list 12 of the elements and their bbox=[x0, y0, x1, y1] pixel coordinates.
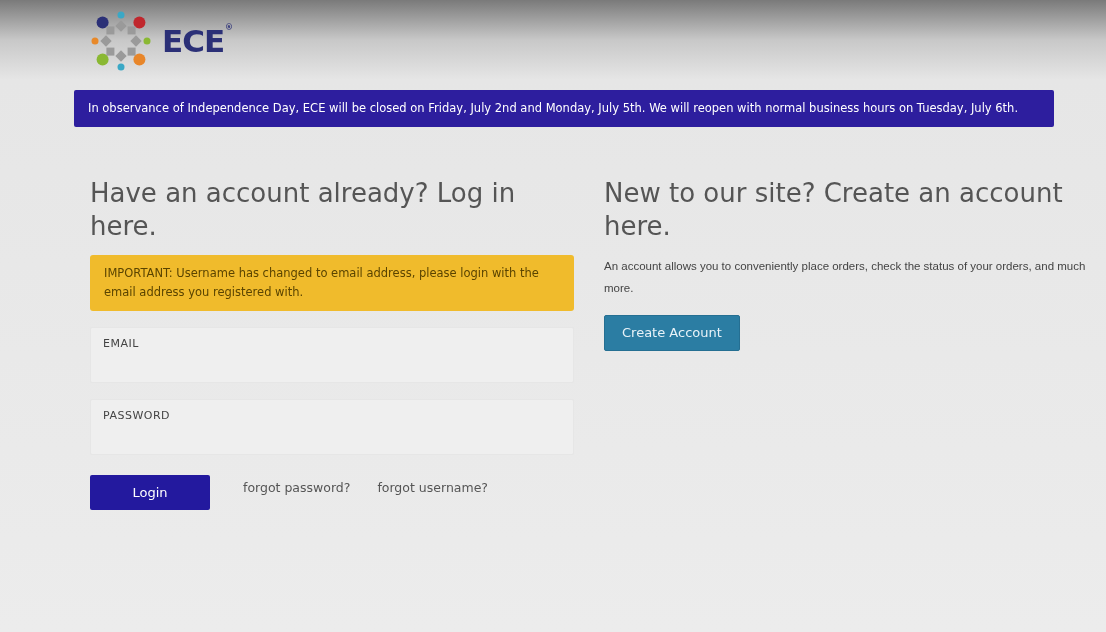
warning-alert: IMPORTANT: Username has changed to email address, please login with the email address you registered with. bbox=[90, 255, 574, 312]
forgot-username-link[interactable]: forgot username? bbox=[377, 479, 488, 498]
login-heading: Have an account already? Log in here. bbox=[90, 177, 517, 244]
login-button[interactable]: Login bbox=[90, 475, 210, 511]
logo-text: ECE® bbox=[162, 21, 233, 61]
signup-heading: New to our site? Create an account here. bbox=[604, 177, 1064, 244]
email-field[interactable]: EMAIL bbox=[90, 327, 574, 384]
signup-description: An account allows you to conveniently place orders, check the status of your orders, and much more. bbox=[604, 259, 1086, 297]
forgot-password-link[interactable]: forgot password? bbox=[243, 479, 351, 498]
create-account-button[interactable]: Create Account bbox=[604, 315, 740, 351]
closure-banner: In observance of Independence Day, ECE will be closed on Friday, July 2nd and Monday, July 5th. We will reopen with normal business hours on Tuesday, July 6th. bbox=[74, 90, 1054, 128]
password-field[interactable]: PASSWORD bbox=[90, 399, 574, 456]
